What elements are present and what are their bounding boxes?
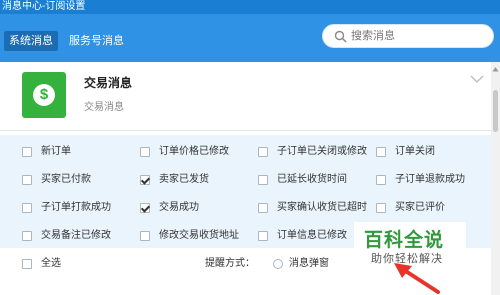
- card-title: 交易消息: [84, 76, 133, 90]
- option-label: 交易成功: [159, 202, 199, 213]
- chevron-down-icon[interactable]: [470, 74, 484, 84]
- option-checkbox-checked[interactable]: [140, 203, 150, 213]
- option-item[interactable]: 交易成功: [140, 201, 250, 215]
- option-label: 买家已评价: [395, 202, 445, 213]
- reminder-option-label[interactable]: 消息弹窗: [289, 257, 349, 271]
- option-label: 订单价格已修改: [159, 146, 229, 157]
- option-label: 卖家已发货: [159, 174, 209, 185]
- option-label: 子订单打款成功: [41, 202, 111, 213]
- option-item[interactable]: 子订单已关闭或修改: [258, 145, 370, 159]
- option-item[interactable]: 子订单打款成功: [22, 201, 132, 215]
- select-all[interactable]: 全选: [22, 257, 82, 271]
- option-checkbox[interactable]: [22, 175, 32, 185]
- option-item[interactable]: 交易备注已修改: [22, 229, 132, 243]
- option-item[interactable]: 新订单: [22, 145, 122, 159]
- option-checkbox[interactable]: [376, 175, 386, 185]
- scrollbar-thumb[interactable]: [493, 90, 498, 132]
- option-item[interactable]: 买家确认收货已超时: [258, 201, 370, 215]
- scroll-up-arrow-icon[interactable]: [492, 66, 499, 73]
- option-label: 已延长收货时间: [277, 174, 347, 185]
- option-item[interactable]: 买家已付款: [22, 173, 122, 187]
- option-item[interactable]: 订单关闭: [376, 145, 486, 159]
- option-label: 子订单退款成功: [395, 174, 465, 185]
- option-checkbox[interactable]: [140, 231, 150, 241]
- reminder-radio[interactable]: [273, 259, 283, 269]
- window-title: 消息中心-订阅设置: [0, 0, 500, 14]
- reminder-method-label: 提醒方式：: [205, 258, 255, 269]
- option-item[interactable]: 子订单退款成功: [376, 173, 486, 187]
- option-label: 订单信息已修改: [277, 230, 347, 241]
- option-label: 修改交易收货地址: [159, 230, 239, 241]
- option-checkbox[interactable]: [258, 147, 268, 157]
- search-icon: [334, 30, 347, 43]
- scrollbar[interactable]: [491, 62, 500, 295]
- option-item[interactable]: 已延长收货时间: [258, 173, 370, 187]
- option-checkbox[interactable]: [258, 175, 268, 185]
- option-item[interactable]: 修改交易收货地址: [140, 229, 252, 243]
- search-input[interactable]: [351, 28, 487, 44]
- option-label: 买家确认收货已超时: [277, 202, 367, 213]
- option-checkbox[interactable]: [140, 147, 150, 157]
- option-item[interactable]: 买家已评价: [376, 201, 486, 215]
- option-checkbox[interactable]: [376, 203, 386, 213]
- option-checkbox[interactable]: [258, 203, 268, 213]
- select-all-label: 全选: [41, 258, 61, 269]
- option-label: 买家已付款: [41, 174, 91, 185]
- option-label: 订单关闭: [395, 146, 435, 157]
- dollar-coin-icon: $: [33, 84, 55, 106]
- option-checkbox-checked[interactable]: [140, 175, 150, 185]
- option-label: 子订单已关闭或修改: [277, 146, 367, 157]
- option-checkbox[interactable]: [22, 231, 32, 241]
- trade-message-icon: $: [22, 72, 66, 118]
- tab-system-messages[interactable]: 系统消息: [4, 31, 58, 51]
- option-checkbox[interactable]: [22, 203, 32, 213]
- select-all-checkbox[interactable]: [22, 259, 32, 269]
- search-box[interactable]: [322, 24, 494, 48]
- tab-service-messages[interactable]: 服务号消息: [64, 31, 129, 51]
- option-checkbox[interactable]: [258, 231, 268, 241]
- header-bar: 系统消息 服务号消息: [0, 14, 500, 62]
- divider: [0, 130, 491, 131]
- option-item[interactable]: 卖家已发货: [140, 173, 250, 187]
- option-label: 交易备注已修改: [41, 230, 111, 241]
- option-checkbox[interactable]: [22, 147, 32, 157]
- option-label: 新订单: [41, 146, 71, 157]
- option-checkbox[interactable]: [376, 147, 386, 157]
- red-arrow-icon: [394, 263, 440, 294]
- watermark-main: 百科全说: [364, 230, 445, 251]
- card-subtitle: 交易消息: [84, 102, 124, 113]
- option-item[interactable]: 订单价格已修改: [140, 145, 250, 159]
